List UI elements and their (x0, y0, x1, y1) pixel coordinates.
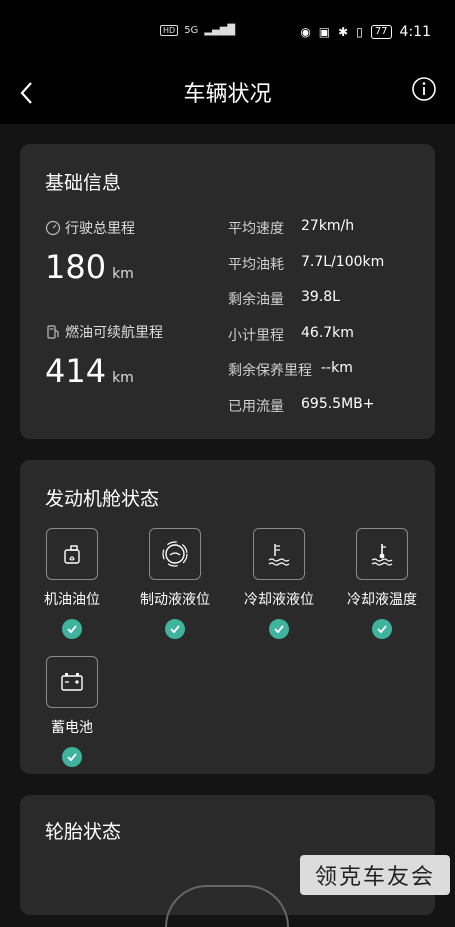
fuel-range-label: 燃油可续航里程 (45, 322, 163, 342)
watermark: 领克车友会 (300, 855, 450, 895)
engine-item-oil-level[interactable]: 机油油位 (22, 528, 122, 639)
metric-value: 7.7L/100km (301, 254, 385, 270)
signal-icon: ▂▄▆█ (204, 25, 236, 36)
bluetooth-icon: ✱ (338, 25, 349, 39)
brake-fluid-icon-box (149, 528, 201, 580)
fuel-range-label-text: 燃油可续航里程 (65, 325, 163, 341)
engine-item-label: 制动液液位 (140, 592, 210, 608)
info-icon (412, 77, 436, 101)
engine-item-label: 冷却液温度 (347, 592, 417, 608)
engine-item-label: 机油油位 (44, 592, 100, 608)
status-ok-badge (165, 619, 185, 639)
status-ok-badge (372, 619, 392, 639)
info-button[interactable] (411, 76, 437, 102)
brake-icon (162, 541, 188, 567)
app-header: 车辆状况 (0, 62, 455, 124)
oil-can-icon (64, 545, 80, 564)
metric-label: 剩余油量 (228, 292, 284, 308)
status-ok-badge (62, 619, 82, 639)
fuel-pump-icon (47, 325, 59, 339)
metric-label: 平均油耗 (228, 257, 284, 273)
battery-status-icon-box (46, 656, 98, 708)
metric-value: 695.5MB+ (301, 396, 375, 412)
metric-label: 小计里程 (228, 328, 284, 344)
oil-level-icon-box (46, 528, 98, 580)
metric-value: 46.7km (301, 325, 354, 341)
check-icon (170, 625, 180, 634)
battery-icon: 77 (370, 25, 392, 39)
thermometer-icon (371, 544, 393, 566)
coolant-level-icon-box (253, 528, 305, 580)
engine-item-label: 冷却液液位 (244, 592, 314, 608)
status-ok-badge (62, 747, 82, 767)
engine-status-title: 发动机舱状态 (45, 488, 160, 510)
fuel-range-unit: km (112, 370, 134, 386)
check-icon (377, 625, 387, 634)
total-mileage-number: 180 (45, 248, 107, 286)
hd-indicator: HD (160, 25, 179, 36)
engine-status-card: 发动机舱状态 机油油位 制动液液位 冷却液液位 冷却液温度 蓄电池 (20, 460, 435, 774)
check-icon (67, 625, 77, 634)
status-right: ◉ ▣ ✱ ▯ 77 4:11 (300, 24, 431, 40)
metric-trip: 小计里程 46.7km (228, 325, 354, 345)
basic-info-title: 基础信息 (45, 172, 122, 194)
metric-value: 39.8L (301, 289, 340, 305)
page-title: 车辆状况 (183, 82, 272, 107)
basic-info-card: 基础信息 行驶总里程 180 km 燃油可续航里程 414 km 平均速度 27km/… (20, 144, 435, 439)
check-icon (274, 625, 284, 634)
engine-item-battery[interactable]: 蓄电池 (22, 656, 122, 767)
vibrate-icon: ▯ (356, 25, 363, 39)
engine-item-label: 蓄电池 (51, 720, 93, 736)
coolant-temp-icon-box (356, 528, 408, 580)
signal-label: 5G (184, 25, 199, 36)
status-bar: HD 5G ▂▄▆█ ◉ ▣ ✱ ▯ 77 4:11 (0, 0, 455, 62)
metric-label: 剩余保养里程 (228, 363, 312, 379)
status-left: HD 5G ▂▄▆█ (160, 25, 235, 36)
status-ok-badge (269, 619, 289, 639)
metric-avg-fuel: 平均油耗 7.7L/100km (228, 254, 384, 274)
tire-status-title: 轮胎状态 (45, 821, 122, 843)
check-icon (67, 753, 77, 762)
metric-value: --km (321, 360, 353, 376)
odometer-icon (45, 220, 61, 236)
engine-item-coolant-temp[interactable]: 冷却液温度 (332, 528, 432, 639)
metric-data-used: 已用流量 695.5MB+ (228, 396, 375, 416)
engine-item-brake-fluid[interactable]: 制动液液位 (125, 528, 225, 639)
total-mileage-value: 180 km (45, 248, 134, 286)
eye-icon: ◉ (300, 25, 311, 39)
metric-remaining-fuel: 剩余油量 39.8L (228, 289, 340, 309)
car-battery-icon (61, 673, 83, 691)
total-mileage-label-text: 行驶总里程 (65, 221, 135, 237)
nfc-icon: ▣ (318, 25, 331, 39)
total-mileage-unit: km (112, 266, 134, 282)
car-outline-graphic (165, 885, 289, 927)
fuel-range-number: 414 (45, 352, 107, 390)
metric-label: 已用流量 (228, 399, 284, 415)
total-mileage-label: 行驶总里程 (45, 218, 135, 238)
metric-label: 平均速度 (228, 221, 284, 237)
engine-item-coolant-level[interactable]: 冷却液液位 (229, 528, 329, 639)
fuel-range-value: 414 km (45, 352, 134, 390)
status-time: 4:11 (399, 24, 431, 40)
metric-maintenance: 剩余保养里程 --km (228, 360, 353, 380)
coolant-level-icon (268, 544, 290, 566)
metric-value: 27km/h (301, 218, 355, 234)
metric-avg-speed: 平均速度 27km/h (228, 218, 354, 238)
